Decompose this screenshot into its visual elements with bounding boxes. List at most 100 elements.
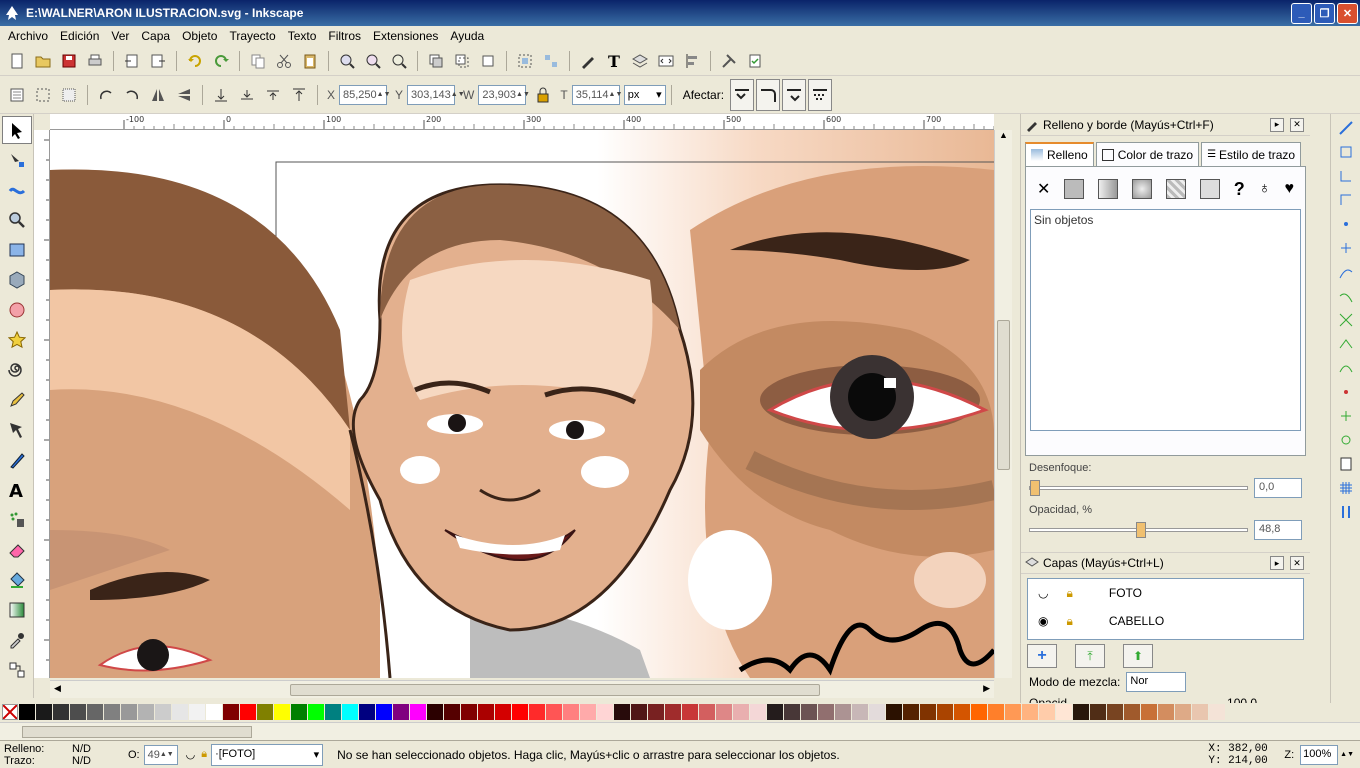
calligraphy-tool-icon[interactable] <box>2 446 32 474</box>
swatch-icon[interactable] <box>1199 179 1220 199</box>
eraser-tool-icon[interactable] <box>2 536 32 564</box>
menu-extensiones[interactable]: Extensiones <box>369 29 442 43</box>
affect-stroke-button[interactable] <box>730 78 755 111</box>
menu-ayuda[interactable]: Ayuda <box>446 29 488 43</box>
spin-arrows-icon[interactable]: ▲▼ <box>160 751 174 758</box>
color-swatch[interactable] <box>189 704 205 720</box>
color-swatch[interactable] <box>1073 704 1089 720</box>
linear-gradient-icon[interactable] <box>1098 179 1119 199</box>
raise-icon[interactable] <box>262 84 284 106</box>
node-tool-icon[interactable] <box>2 146 32 174</box>
flip-vertical-icon[interactable] <box>173 84 195 106</box>
palette-scroll-thumb[interactable] <box>22 726 252 738</box>
radial-gradient-icon[interactable] <box>1132 179 1153 199</box>
3d-box-tool-icon[interactable] <box>2 266 32 294</box>
spin-arrows-icon[interactable]: ▲▼ <box>516 91 530 98</box>
affect-gradients-button[interactable] <box>782 78 807 111</box>
connector-tool-icon[interactable] <box>2 656 32 684</box>
color-swatch[interactable] <box>1175 704 1191 720</box>
color-swatch[interactable] <box>920 704 936 720</box>
current-layer-select[interactable]: ·[FOTO] ▾ <box>211 743 324 766</box>
color-swatch[interactable] <box>1192 704 1208 720</box>
color-swatch[interactable] <box>359 704 375 720</box>
color-swatch[interactable] <box>172 704 188 720</box>
color-swatch[interactable] <box>818 704 834 720</box>
snap-smooth-icon[interactable] <box>1334 358 1358 378</box>
color-swatch[interactable] <box>393 704 409 720</box>
color-swatch[interactable] <box>971 704 987 720</box>
color-swatch[interactable] <box>1141 704 1157 720</box>
open-folder-icon[interactable] <box>32 50 54 72</box>
vertical-ruler[interactable] <box>34 130 50 678</box>
color-swatch[interactable] <box>1124 704 1140 720</box>
color-swatch[interactable] <box>614 704 630 720</box>
color-swatch[interactable] <box>665 704 681 720</box>
clone-icon[interactable] <box>451 50 473 72</box>
fill-stroke-icon[interactable] <box>577 50 599 72</box>
menu-capa[interactable]: Capa <box>137 29 174 43</box>
menu-archivo[interactable]: Archivo <box>4 29 52 43</box>
select-all-icon[interactable] <box>6 84 28 106</box>
color-swatch[interactable] <box>36 704 52 720</box>
color-swatch[interactable] <box>325 704 341 720</box>
color-swatch[interactable] <box>1056 704 1072 720</box>
spin-arrows-icon[interactable]: ▲▼ <box>1340 751 1354 758</box>
color-swatch[interactable] <box>512 704 528 720</box>
vertical-scroll-thumb[interactable] <box>997 320 1010 470</box>
scroll-left-icon[interactable]: ◀ <box>54 683 61 694</box>
color-swatch[interactable] <box>750 704 766 720</box>
horizontal-ruler[interactable]: -100 0 100 200 300 400 500 600 700 <box>50 114 994 130</box>
spin-arrows-icon[interactable]: ▲▼ <box>377 91 391 98</box>
snap-paths-icon[interactable] <box>1334 286 1358 306</box>
fill-rule-evenodd-icon[interactable]: ♁ <box>1259 180 1271 198</box>
scroll-right-icon[interactable]: ▶ <box>983 683 990 694</box>
raise-layer-top-button[interactable]: ⤒ <box>1075 644 1105 668</box>
color-swatch[interactable] <box>410 704 426 720</box>
snap-nodes-icon[interactable] <box>1334 262 1358 282</box>
color-swatch[interactable] <box>835 704 851 720</box>
color-swatch[interactable] <box>954 704 970 720</box>
color-swatch[interactable] <box>801 704 817 720</box>
color-swatch[interactable] <box>495 704 511 720</box>
save-icon[interactable] <box>58 50 80 72</box>
deselect-icon[interactable] <box>58 84 80 106</box>
color-swatch[interactable] <box>257 704 273 720</box>
panel-close-icon[interactable]: ✕ <box>1290 556 1304 570</box>
flip-horizontal-icon[interactable] <box>147 84 169 106</box>
blur-slider-knob[interactable] <box>1030 480 1040 496</box>
horizontal-scroll-thumb[interactable] <box>290 684 820 696</box>
color-swatch[interactable] <box>767 704 783 720</box>
fill-indicator-value[interactable]: N/D <box>72 743 91 755</box>
snap-enable-icon[interactable] <box>1334 118 1358 138</box>
paint-bucket-tool-icon[interactable] <box>2 566 32 594</box>
spiral-tool-icon[interactable] <box>2 356 32 384</box>
selector-tool-icon[interactable] <box>2 116 32 144</box>
cut-icon[interactable] <box>273 50 295 72</box>
import-icon[interactable] <box>121 50 143 72</box>
color-swatch[interactable] <box>1209 704 1225 720</box>
tab-fill[interactable]: Relleno <box>1025 142 1094 166</box>
color-swatch[interactable] <box>699 704 715 720</box>
rectangle-tool-icon[interactable] <box>2 236 32 264</box>
menu-trayecto[interactable]: Trayecto <box>225 29 279 43</box>
color-swatch[interactable] <box>1107 704 1123 720</box>
no-paint-icon[interactable]: ✕ <box>1037 179 1050 199</box>
snap-object-center-icon[interactable] <box>1334 406 1358 426</box>
layer-row-foto[interactable]: ◡ 🔒︎ FOTO <box>1028 579 1303 607</box>
star-tool-icon[interactable] <box>2 326 32 354</box>
snap-bbox-edge-icon[interactable] <box>1334 166 1358 186</box>
color-swatch[interactable] <box>1022 704 1038 720</box>
color-swatch[interactable] <box>427 704 443 720</box>
color-swatch[interactable] <box>19 704 35 720</box>
color-swatch[interactable] <box>342 704 358 720</box>
no-color-swatch[interactable] <box>2 704 18 720</box>
color-swatch[interactable] <box>852 704 868 720</box>
unset-paint-icon[interactable]: ? <box>1234 179 1245 200</box>
lock-icon[interactable]: 🔒︎ <box>1066 614 1072 629</box>
color-swatch[interactable] <box>444 704 460 720</box>
spin-arrows-icon[interactable]: ▲▼ <box>609 91 623 98</box>
spray-tool-icon[interactable] <box>2 506 32 534</box>
snap-bbox-center-icon[interactable] <box>1334 238 1358 258</box>
snap-guides-icon[interactable] <box>1334 502 1358 522</box>
drawing-canvas[interactable] <box>50 130 994 678</box>
